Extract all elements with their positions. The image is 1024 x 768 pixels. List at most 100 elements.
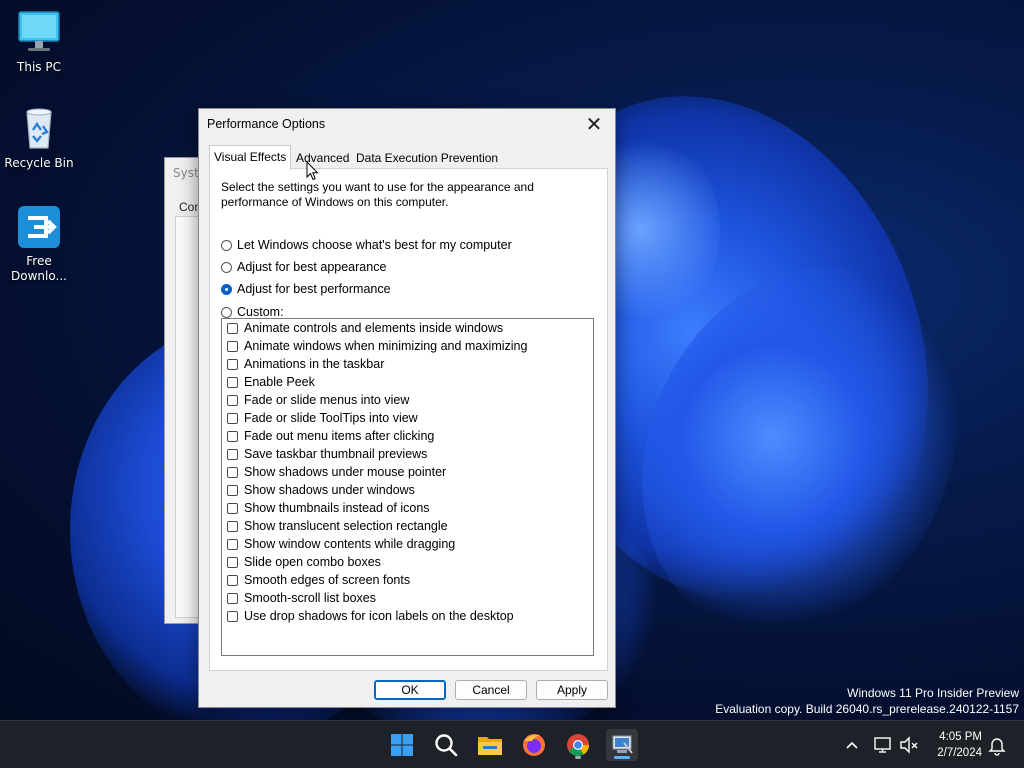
list-item-label: Fade out menu items after clicking: [244, 429, 435, 443]
checkbox[interactable]: [227, 448, 238, 460]
list-item[interactable]: Animations in the taskbar: [227, 355, 384, 373]
list-item[interactable]: Slide open combo boxes: [227, 553, 381, 571]
checkbox[interactable]: [227, 322, 238, 334]
radio-best-appearance[interactable]: Adjust for best appearance: [221, 258, 386, 276]
bell-icon: [988, 738, 1006, 756]
performance-options-dialog[interactable]: Performance Options ✕ Visual Effects Adv…: [198, 108, 616, 708]
checkbox[interactable]: [227, 538, 238, 550]
firefox-icon: [523, 734, 545, 756]
checkbox[interactable]: [227, 358, 238, 370]
ok-button[interactable]: OK: [374, 680, 446, 700]
tab-advanced[interactable]: Advanced: [292, 149, 353, 167]
list-item[interactable]: Save taskbar thumbnail previews: [227, 445, 427, 463]
evaluation-watermark: Windows 11 Pro Insider Preview Evaluatio…: [715, 685, 1019, 717]
radio-label: Adjust for best appearance: [237, 260, 387, 274]
checkbox[interactable]: [227, 430, 238, 442]
network-icon: [874, 737, 891, 753]
list-item-label: Fade or slide menus into view: [244, 393, 410, 407]
list-item[interactable]: Fade or slide menus into view: [227, 391, 409, 409]
search-icon: [435, 734, 458, 757]
desktop-icon-label: Recycle Bin: [4, 156, 74, 170]
radio-best-performance[interactable]: Adjust for best performance: [221, 280, 391, 298]
list-item-label: Save taskbar thumbnail previews: [244, 447, 428, 461]
visual-effects-pane: Select the settings you want to use for …: [209, 168, 608, 671]
watermark-line: Evaluation copy. Build 26040.rs_prerelea…: [715, 702, 1019, 716]
checkbox[interactable]: [227, 556, 238, 568]
clock[interactable]: 4:05 PM 2/7/2024: [937, 729, 982, 761]
checkbox[interactable]: [227, 394, 238, 406]
list-item[interactable]: Show shadows under mouse pointer: [227, 463, 446, 481]
checkbox[interactable]: [227, 376, 238, 388]
desktop-icon-label: Free Downlo...: [11, 254, 67, 283]
list-item-label: Fade or slide ToolTips into view: [244, 411, 418, 425]
visual-effects-list[interactable]: Animate controls and elements inside win…: [221, 318, 594, 656]
list-item-label: Animate windows when minimizing and maxi…: [244, 339, 528, 353]
checkbox[interactable]: [227, 502, 238, 514]
start-button[interactable]: [386, 729, 418, 761]
close-button[interactable]: ✕: [579, 111, 609, 137]
list-item-label: Enable Peek: [244, 375, 315, 389]
list-item-label: Show translucent selection rectangle: [244, 519, 448, 533]
checkbox[interactable]: [227, 520, 238, 532]
list-item-label: Smooth-scroll list boxes: [244, 591, 376, 605]
list-item[interactable]: Fade or slide ToolTips into view: [227, 409, 418, 427]
checkbox[interactable]: [227, 412, 238, 424]
mouse-cursor-icon: [306, 160, 320, 184]
list-item-label: Animate controls and elements inside win…: [244, 321, 504, 335]
radio-label: Let Windows choose what's best for my co…: [237, 238, 512, 252]
volume-button[interactable]: [898, 734, 920, 756]
dialog-title: Performance Options: [207, 117, 326, 131]
list-item-label: Use drop shadows for icon labels on the …: [244, 609, 514, 623]
tab-data-execution-prevention[interactable]: Data Execution Prevention: [352, 149, 502, 167]
show-hidden-icons-button[interactable]: [842, 735, 862, 755]
radio-button[interactable]: [221, 261, 232, 273]
checkbox[interactable]: [227, 592, 238, 604]
search-button[interactable]: [430, 729, 462, 761]
list-item[interactable]: Show translucent selection rectangle: [227, 517, 448, 535]
list-item[interactable]: Use drop shadows for icon labels on the …: [227, 607, 514, 625]
list-item[interactable]: Enable Peek: [227, 373, 315, 391]
checkbox[interactable]: [227, 610, 238, 622]
checkbox[interactable]: [227, 340, 238, 352]
system-properties-taskbar-button[interactable]: [606, 729, 638, 761]
list-item[interactable]: Smooth-scroll list boxes: [227, 589, 376, 607]
cancel-button[interactable]: Cancel: [455, 680, 527, 700]
list-item[interactable]: Fade out menu items after clicking: [227, 427, 434, 445]
checkbox[interactable]: [227, 466, 238, 478]
list-item-label: Show shadows under windows: [244, 483, 415, 497]
taskbar: 4:05 PM 2/7/2024: [0, 720, 1024, 768]
download-manager-icon: [16, 204, 62, 250]
list-item[interactable]: Smooth edges of screen fonts: [227, 571, 410, 589]
radio-label: Adjust for best performance: [237, 282, 391, 296]
file-explorer-icon: [478, 737, 502, 755]
network-button[interactable]: [872, 734, 894, 756]
list-item-label: Animations in the taskbar: [244, 357, 385, 371]
list-item[interactable]: Animate controls and elements inside win…: [227, 319, 503, 337]
list-item-label: Smooth edges of screen fonts: [244, 573, 411, 587]
desktop-icon-free-download-manager[interactable]: Free Downlo...: [1, 204, 77, 284]
radio-button[interactable]: [221, 306, 232, 318]
desktop-icon-this-pc[interactable]: This PC: [1, 10, 77, 75]
clock-date: 2/7/2024: [937, 747, 982, 759]
list-item[interactable]: Show window contents while dragging: [227, 535, 455, 553]
list-item[interactable]: Show thumbnails instead of icons: [227, 499, 430, 517]
desktop-icon-recycle-bin[interactable]: Recycle Bin: [1, 106, 77, 171]
checkbox[interactable]: [227, 484, 238, 496]
radio-button-selected[interactable]: [221, 283, 232, 295]
list-item-label: Show window contents while dragging: [244, 537, 456, 551]
apply-button[interactable]: Apply: [536, 680, 608, 700]
file-explorer-button[interactable]: [474, 729, 506, 761]
running-indicator: [575, 756, 581, 759]
list-item[interactable]: Show shadows under windows: [227, 481, 415, 499]
radio-let-windows-choose[interactable]: Let Windows choose what's best for my co…: [221, 236, 512, 254]
list-item[interactable]: Animate windows when minimizing and maxi…: [227, 337, 527, 355]
firefox-button[interactable]: [518, 729, 550, 761]
chrome-button[interactable]: [562, 729, 594, 761]
radio-label: Custom:: [237, 305, 284, 319]
clock-time: 4:05 PM: [939, 731, 982, 743]
checkbox[interactable]: [227, 574, 238, 586]
notifications-button[interactable]: [986, 734, 1008, 756]
radio-button[interactable]: [221, 239, 232, 251]
tab-visual-effects[interactable]: Visual Effects: [209, 145, 292, 170]
watermark-line: Windows 11 Pro Insider Preview: [847, 686, 1019, 700]
